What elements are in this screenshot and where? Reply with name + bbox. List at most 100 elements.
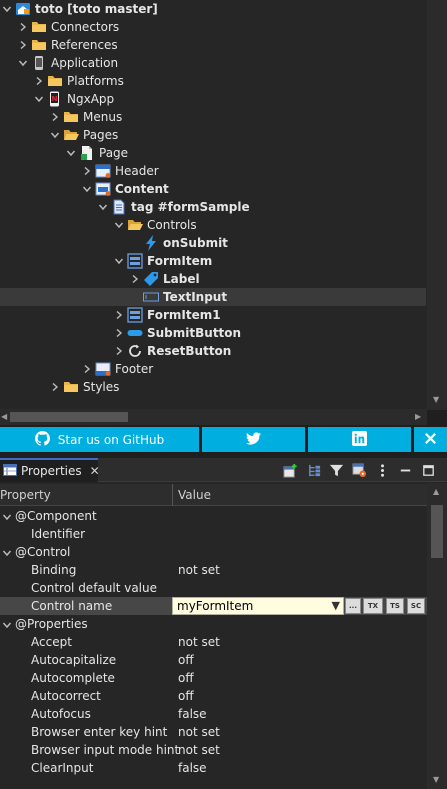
properties-grid[interactable]: Property Value @Component Identifier @Cont…	[0, 483, 427, 789]
tree-item-page[interactable]: Page	[0, 144, 426, 162]
chevron-down-icon[interactable]	[81, 183, 93, 195]
chevron-down-icon[interactable]	[113, 255, 125, 267]
property-row-autocomplete[interactable]: Autocomplete off	[0, 669, 427, 687]
chevron-down-icon[interactable]	[33, 93, 45, 105]
tree-item-label: onSubmit	[163, 236, 228, 250]
chevron-right-icon[interactable]	[49, 381, 61, 393]
chevron-right-icon[interactable]	[81, 165, 93, 177]
editor-button-sc[interactable]: SC	[407, 598, 425, 614]
tree-item-references[interactable]: References	[0, 36, 426, 54]
property-row-control-default-value[interactable]: Control default value	[0, 579, 427, 597]
tree-item-toto-toto-master[interactable]: toto [toto master]	[0, 0, 426, 18]
tree-item-resetbutton[interactable]: ResetButton	[0, 342, 426, 360]
editor-button-tx[interactable]: TX	[363, 598, 383, 614]
property-row-autocapitalize[interactable]: Autocapitalize off	[0, 651, 427, 669]
tree-item-menus[interactable]: Menus	[0, 108, 426, 126]
property-value[interactable]: not set	[178, 743, 220, 757]
property-value[interactable]: not set	[178, 635, 220, 649]
property-value[interactable]: false	[178, 761, 207, 775]
twitter-button[interactable]	[202, 427, 305, 452]
properties-vscroll-thumb[interactable]	[431, 505, 443, 558]
column-property-header[interactable]: Property	[0, 488, 51, 502]
chevron-right-icon[interactable]	[113, 327, 125, 339]
chevron-right-icon[interactable]	[81, 363, 93, 375]
editor-button-ellipsis[interactable]: ...	[345, 598, 361, 614]
tree-item-styles[interactable]: Styles	[0, 378, 426, 396]
property-group-properties[interactable]: @Properties	[0, 615, 427, 633]
tree-item-textinput[interactable]: TextInput	[0, 288, 426, 306]
chevron-down-icon[interactable]	[17, 57, 29, 69]
property-row-clearinput[interactable]: ClearInput false	[0, 759, 427, 777]
property-row-browser-enter-key-hint[interactable]: Browser enter key hint not set	[0, 723, 427, 741]
tree-view-icon[interactable]	[306, 462, 322, 478]
linkedin-button[interactable]	[308, 427, 411, 452]
tab-properties[interactable]: Properties ✕	[0, 458, 100, 482]
chevron-down-icon[interactable]	[97, 201, 109, 213]
close-social-button[interactable]	[414, 427, 447, 452]
tree-horizontal-scrollbar[interactable]: ◀ ▶	[0, 409, 427, 425]
chevron-right-icon[interactable]	[33, 75, 45, 87]
project-tree[interactable]: toto [toto master] Connectors References Ap…	[0, 0, 447, 410]
property-row-autofocus[interactable]: Autofocus false	[0, 705, 427, 723]
editor-button-ts[interactable]: TS	[386, 598, 404, 614]
tree-item-connectors[interactable]: Connectors	[0, 18, 426, 36]
tree-vertical-scrollbar[interactable]: ▼	[427, 0, 447, 410]
property-value[interactable]: off	[178, 653, 194, 667]
new-property-icon[interactable]	[282, 462, 298, 478]
chevron-right-icon[interactable]	[49, 111, 61, 123]
column-value-header[interactable]: Value	[178, 488, 211, 502]
column-separator[interactable]	[172, 484, 173, 506]
property-value[interactable]: not set	[178, 725, 220, 739]
reset-icon	[127, 343, 143, 359]
property-row-control-name[interactable]: Control name myFormItem ▼... TX TS SC	[0, 597, 427, 615]
property-row-browser-input-mode-hint[interactable]: Browser input mode hint not set	[0, 741, 427, 759]
property-row-accept[interactable]: Accept not set	[0, 633, 427, 651]
property-row-binding[interactable]: Binding not set	[0, 561, 427, 579]
chevron-right-icon[interactable]	[129, 273, 141, 285]
chevron-down-icon[interactable]	[2, 619, 12, 629]
tree-item-platforms[interactable]: Platforms	[0, 72, 426, 90]
property-value[interactable]: off	[178, 671, 194, 685]
settings-icon[interactable]	[351, 462, 367, 478]
control-name-input[interactable]: myFormItem ▼	[172, 597, 344, 615]
tree-item-pages[interactable]: Pages	[0, 126, 426, 144]
more-vert-icon[interactable]	[374, 462, 390, 478]
property-value[interactable]: not set	[178, 563, 220, 577]
property-value[interactable]: off	[178, 689, 194, 703]
filter-icon[interactable]	[328, 462, 344, 478]
tab-close-icon[interactable]: ✕	[90, 464, 100, 478]
tree-item-formitem1[interactable]: FormItem1	[0, 306, 426, 324]
properties-vertical-scrollbar[interactable]: ▲ ▼	[427, 483, 447, 789]
chevron-down-icon[interactable]	[49, 129, 61, 141]
tree-item-formitem[interactable]: FormItem	[0, 252, 426, 270]
tree-item-submitbutton[interactable]: SubmitButton	[0, 324, 426, 342]
chevron-down-icon[interactable]	[113, 219, 125, 231]
chevron-down-icon[interactable]	[2, 511, 12, 521]
tree-item-controls[interactable]: Controls	[0, 216, 426, 234]
tree-scroll-thumb[interactable]	[10, 412, 128, 422]
chevron-right-icon[interactable]	[17, 21, 29, 33]
tree-item-onsubmit[interactable]: onSubmit	[0, 234, 426, 252]
chevron-down-icon[interactable]	[65, 147, 77, 159]
property-group-control[interactable]: @Control	[0, 543, 427, 561]
minimize-icon[interactable]	[397, 462, 413, 478]
chevron-down-icon[interactable]: ▼	[332, 599, 340, 612]
property-row-identifier[interactable]: Identifier	[0, 525, 427, 543]
tree-item-application[interactable]: Application	[0, 54, 426, 72]
tree-item-content[interactable]: Content	[0, 180, 426, 198]
property-row-autocorrect[interactable]: Autocorrect off	[0, 687, 427, 705]
maximize-icon[interactable]	[420, 462, 436, 478]
chevron-right-icon[interactable]	[113, 345, 125, 357]
chevron-down-icon[interactable]	[1, 3, 13, 15]
property-group-component[interactable]: @Component	[0, 507, 427, 525]
chevron-right-icon[interactable]	[17, 39, 29, 51]
tree-item-header[interactable]: Header	[0, 162, 426, 180]
tree-item-tag-formsample[interactable]: tag #formSample	[0, 198, 426, 216]
tree-item-footer[interactable]: Footer	[0, 360, 426, 378]
github-star-button[interactable]: Star us on GitHub	[0, 427, 199, 452]
chevron-down-icon[interactable]	[2, 547, 12, 557]
property-value[interactable]: false	[178, 707, 207, 721]
tree-item-ngxapp[interactable]: N NgxApp	[0, 90, 426, 108]
chevron-right-icon[interactable]	[113, 309, 125, 321]
tree-item-label[interactable]: Label	[0, 270, 426, 288]
